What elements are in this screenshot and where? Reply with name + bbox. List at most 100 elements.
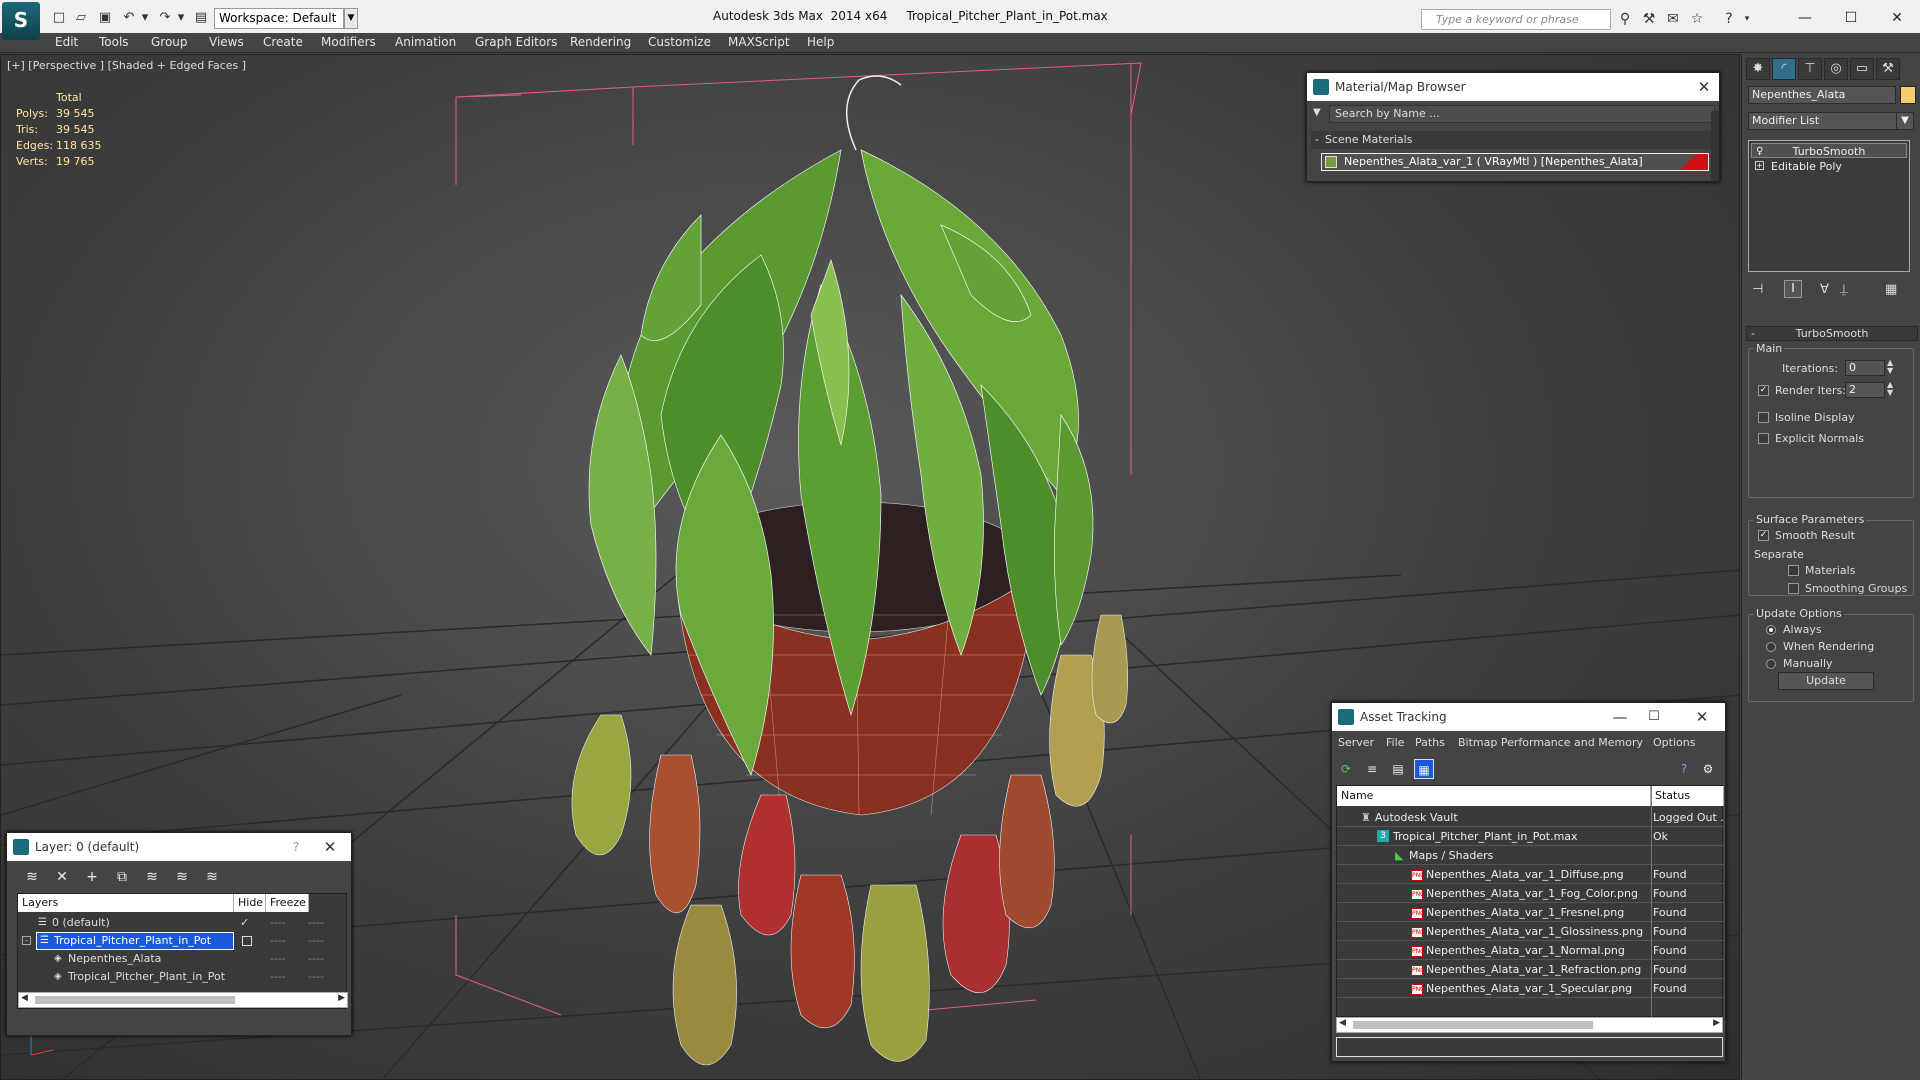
layer-properties-icon[interactable]: ≋ (21, 867, 43, 887)
layer-row[interactable]: ☰ 0 (default) ✓ ---- ---- (18, 914, 348, 932)
close-icon[interactable]: ✕ (1689, 73, 1719, 101)
close-icon[interactable]: ✕ (315, 833, 345, 861)
menu-file[interactable]: File (1386, 736, 1404, 749)
modifier-list-dropdown[interactable]: Modifier List (1748, 112, 1910, 130)
freeze-toggle[interactable]: ---- (308, 914, 324, 932)
thumbnail-view-icon[interactable]: ▤ (1388, 759, 1408, 779)
material-search-input[interactable]: Search by Name ... (1329, 105, 1715, 123)
asset-row[interactable]: PNGNepenthes_Alata_var_1_Fog_Color.png F… (1337, 884, 1724, 903)
hide-toggle[interactable]: ---- (270, 914, 286, 932)
object-row[interactable]: ◈ Nepenthes_Alata ---- ---- (18, 950, 348, 968)
smooth-result-checkbox[interactable]: ✓ (1758, 530, 1769, 541)
smoothing-groups-checkbox[interactable] (1788, 583, 1799, 594)
viewport-label[interactable]: [+] [Perspective ] [Shaded + Edged Faces… (7, 59, 246, 72)
col-layers[interactable]: Layers (18, 894, 234, 912)
close-icon[interactable]: ✕ (1687, 703, 1717, 731)
freeze-all-layers-icon[interactable]: ≋ (201, 867, 223, 887)
always-radio[interactable] (1766, 625, 1776, 635)
hide-toggle[interactable]: ---- (270, 968, 286, 986)
material-item[interactable]: Nepenthes_Alata_var_1 ( VRayMtl ) [Nepen… (1321, 153, 1709, 171)
maximize-icon[interactable]: ☐ (1639, 703, 1669, 731)
scroll-left-icon[interactable]: ◀ (21, 993, 28, 1003)
create-tab-icon[interactable]: ✸ (1746, 58, 1770, 80)
display-tab-icon[interactable]: ▭ (1850, 58, 1874, 80)
asset-row[interactable]: PNGNepenthes_Alata_var_1_Normal.png Foun… (1337, 941, 1724, 960)
menu-rendering[interactable]: Rendering (570, 35, 631, 49)
communication-center-icon[interactable]: ✉ (1664, 10, 1682, 28)
material-scrollbar[interactable] (1711, 111, 1719, 181)
menu-customize[interactable]: Customize (648, 35, 711, 49)
menu-maxscript[interactable]: MAXScript (728, 35, 790, 49)
menu-edit[interactable]: Edit (55, 35, 78, 49)
maximize-icon[interactable]: ☐ (1828, 4, 1874, 32)
set-active-checkbox[interactable] (242, 936, 252, 946)
asset-horizontal-scrollbar[interactable]: ◀ ▶ (1336, 1017, 1723, 1033)
menu-create[interactable]: Create (263, 35, 303, 49)
menu-modifiers[interactable]: Modifiers (321, 35, 376, 49)
help-icon[interactable]: ? (1674, 759, 1694, 779)
configure-modifier-sets-icon[interactable]: ▦ (1885, 282, 1897, 297)
menu-views[interactable]: Views (209, 35, 244, 49)
open-file-icon[interactable]: ▱ (72, 9, 90, 27)
select-objects-icon[interactable]: ⧉ (111, 867, 133, 887)
layer-horizontal-scrollbar[interactable]: ◀ ▶ (18, 992, 348, 1008)
workspace-dropdown-icon[interactable]: ▼ (344, 8, 358, 29)
active-layer-check-icon[interactable]: ✓ (240, 914, 249, 932)
col-status[interactable]: Status (1651, 786, 1724, 806)
explicit-normals-checkbox[interactable] (1758, 433, 1769, 444)
menu-options[interactable]: Options (1653, 736, 1695, 749)
keyword-search-input[interactable]: Type a keyword or phrase (1421, 9, 1611, 30)
menu-server[interactable]: Server (1338, 736, 1374, 749)
render-iters-checkbox[interactable]: ✓ (1758, 385, 1769, 396)
make-unique-icon[interactable]: ∀ (1820, 282, 1829, 297)
new-file-icon[interactable]: □ (50, 9, 68, 27)
asset-row[interactable]: PNGNepenthes_Alata_var_1_Glossiness.png … (1337, 922, 1724, 941)
object-color-swatch[interactable] (1900, 86, 1916, 104)
materials-checkbox[interactable] (1788, 565, 1799, 576)
col-hide[interactable]: Hide (234, 894, 266, 912)
undo-dropdown-icon[interactable]: ▾ (136, 9, 154, 27)
object-name-input[interactable]: Nepenthes_Alata (1748, 86, 1896, 104)
table-view-icon[interactable]: ▦ (1414, 759, 1434, 779)
chevron-down-icon[interactable]: ▼ (1896, 112, 1914, 130)
delete-layer-icon[interactable]: ✕ (51, 867, 73, 887)
settings-icon[interactable]: ⚙ (1698, 759, 1718, 779)
help-icon[interactable]: ? (281, 833, 311, 861)
refresh-icon[interactable]: ⟳ (1336, 759, 1356, 779)
expand-plus-icon[interactable]: + (1755, 161, 1764, 170)
menu-tools[interactable]: Tools (99, 35, 129, 49)
scroll-thumb[interactable] (35, 996, 235, 1004)
hide-toggle[interactable]: ---- (270, 932, 286, 950)
stack-item-turbosmooth[interactable]: ♀ TurboSmooth (1751, 143, 1907, 158)
hide-all-layers-icon[interactable]: ≋ (171, 867, 193, 887)
workspace-select[interactable]: Workspace: Default (214, 8, 344, 29)
remove-modifier-icon[interactable]: ⍊ (1840, 282, 1848, 297)
list-view-icon[interactable]: ≡ (1362, 759, 1382, 779)
stack-item-editable-poly[interactable]: + Editable Poly (1751, 159, 1907, 174)
asset-row[interactable]: PNGNepenthes_Alata_var_1_Fresnel.png Fou… (1337, 903, 1724, 922)
asset-row[interactable]: PNGNepenthes_Alata_var_1_Diffuse.png Fou… (1337, 865, 1724, 884)
subscription-icon[interactable]: ⚒ (1640, 10, 1658, 28)
menu-paths[interactable]: Paths (1415, 736, 1445, 749)
asset-row[interactable]: PNGNepenthes_Alata_var_1_Specular.png Fo… (1337, 979, 1724, 998)
redo-dropdown-icon[interactable]: ▾ (172, 9, 190, 27)
hierarchy-tab-icon[interactable]: ⊤ (1798, 58, 1822, 80)
freeze-toggle[interactable]: ---- (308, 968, 324, 986)
lightbulb-icon[interactable]: ♀ (1756, 144, 1763, 159)
show-end-result-icon[interactable]: I (1784, 280, 1802, 298)
minimize-icon[interactable]: — (1605, 703, 1635, 731)
menu-graph-editors[interactable]: Graph Editors (475, 35, 557, 49)
asset-row[interactable]: PNGNepenthes_Alata_var_1_Refraction.png … (1337, 960, 1724, 979)
spinner-arrows-icon[interactable]: ▲ ▼ (1887, 381, 1893, 397)
freeze-toggle[interactable]: ---- (308, 932, 324, 950)
binoculars-search-icon[interactable]: ⚲ (1616, 10, 1634, 28)
collapse-minus-icon[interactable]: - (22, 936, 31, 945)
spinner-arrows-icon[interactable]: ▲ ▼ (1887, 359, 1893, 375)
freeze-toggle[interactable]: ---- (308, 950, 324, 968)
motion-tab-icon[interactable]: ◎ (1824, 58, 1848, 80)
menu-group[interactable]: Group (151, 35, 188, 49)
layer-row-selected[interactable]: - ☰ Tropical_Pitcher_Plant_in_Pot ---- -… (18, 932, 348, 950)
asset-row[interactable]: 3 Tropical_Pitcher_Plant_in_Pot.max Ok (1337, 827, 1724, 846)
update-button[interactable]: Update (1778, 672, 1874, 690)
scroll-thumb[interactable] (1353, 1021, 1593, 1029)
